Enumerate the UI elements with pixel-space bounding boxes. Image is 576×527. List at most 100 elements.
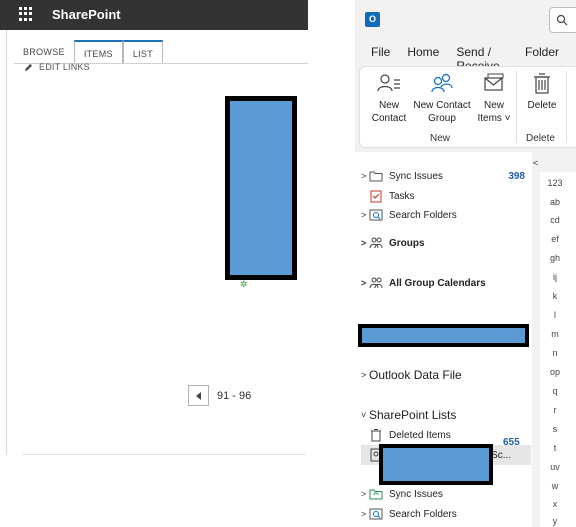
folder-label: Search Folders (389, 508, 457, 520)
folder-label: Sync Issues (389, 488, 443, 500)
expand-icon[interactable]: > (361, 509, 369, 519)
search-folder-icon (369, 209, 383, 221)
group-delete-label: Delete (526, 133, 555, 144)
redaction-block (358, 324, 529, 347)
collapse-icon[interactable]: ˅ (361, 410, 369, 420)
previous-page-button[interactable] (188, 385, 209, 406)
pager: 91 - 96 (188, 385, 251, 406)
new-contact-group-icon (431, 73, 453, 93)
unread-count: 398 (508, 170, 525, 182)
folder-label: Tasks (389, 190, 415, 202)
folder-label: Search Folders (389, 209, 457, 221)
tasks-icon (370, 190, 382, 203)
new-items-button[interactable]: New Items ˅ (474, 71, 514, 125)
ribbon-tabs: BROWSE ITEMS LIST (14, 40, 164, 64)
pencil-icon (24, 63, 33, 71)
alpha-index-item[interactable]: ij (540, 272, 570, 282)
folder-label: SharePoint Lists (369, 408, 457, 422)
new-contact-group-button[interactable]: New Contact Group (410, 71, 474, 125)
alpha-index-item[interactable]: 123 (540, 178, 570, 188)
search-folder-icon (369, 508, 383, 520)
edit-links-label: EDIT LINKS (39, 62, 90, 72)
folder-tasks[interactable]: Tasks (369, 187, 539, 205)
tab-browse[interactable]: BROWSE (14, 40, 74, 64)
search-box[interactable] (549, 7, 576, 33)
trash-icon (371, 429, 381, 442)
delete-button[interactable]: Delete (522, 71, 562, 112)
search-icon (556, 14, 568, 26)
alpha-index-item[interactable]: r (540, 405, 570, 415)
tab-list[interactable]: LIST (122, 40, 164, 64)
folder-icon (369, 171, 383, 182)
expand-icon[interactable]: > (361, 278, 369, 288)
alpha-index-item[interactable]: k (540, 291, 570, 301)
folder-label: Groups (389, 237, 425, 249)
groups-icon (369, 237, 383, 249)
folder-label: Deleted Items (389, 429, 451, 441)
folder-label: Outlook Data File (369, 368, 462, 382)
folder-label: Sync Issues (389, 170, 443, 182)
sharepoint-topbar: SharePoint (0, 0, 308, 30)
groups-icon (369, 277, 383, 289)
folder-search-folders-2[interactable]: > Search Folders (361, 505, 531, 523)
left-border (0, 30, 7, 455)
status-star-icon: ✲ (240, 279, 248, 289)
new-contact-button[interactable]: New Contact (368, 71, 410, 125)
expand-icon[interactable]: > (361, 238, 369, 248)
delete-icon (534, 73, 550, 94)
alpha-index-item[interactable]: uv (540, 462, 570, 472)
alpha-index-item[interactable]: n (540, 348, 570, 358)
footer-divider (22, 454, 306, 455)
screen: SharePoint BROWSE ITEMS LIST EDIT LINKS … (0, 0, 576, 527)
expand-icon[interactable]: > (361, 489, 369, 499)
edit-links[interactable]: EDIT LINKS (24, 62, 90, 72)
app-launcher-icon[interactable] (19, 7, 33, 21)
new-contact-icon (377, 74, 400, 92)
folder-sync-issues-2[interactable]: > Sync Issues (361, 485, 531, 503)
alpha-index-item[interactable]: t (540, 443, 570, 453)
ribbon-separator (516, 71, 517, 143)
alpha-index-item[interactable]: gh (540, 253, 570, 263)
alpha-index-item[interactable]: op (540, 367, 570, 377)
unread-count: 655 (503, 437, 520, 448)
redaction-block (225, 96, 297, 280)
alpha-index-item[interactable]: cd (540, 215, 570, 225)
alpha-index-item[interactable]: l (540, 310, 570, 320)
folder-all-group-calendars[interactable]: > All Group Calendars (361, 274, 531, 292)
alpha-index-item[interactable]: ab (540, 197, 570, 207)
alpha-index-item[interactable]: m (540, 329, 570, 339)
expand-icon[interactable]: > (361, 370, 369, 380)
caret-left-icon (195, 391, 201, 400)
pager-range: 91 - 96 (217, 389, 252, 402)
alpha-index-item[interactable]: s (540, 424, 570, 434)
ribbon-separator (566, 71, 567, 143)
folder-outlook-data-file[interactable]: > Outlook Data File (361, 366, 531, 384)
folder-search-folders[interactable]: > Search Folders (361, 206, 531, 224)
alpha-index-item[interactable]: ef (540, 234, 570, 244)
delete-label: Delete (527, 100, 557, 111)
expand-icon[interactable]: > (361, 171, 369, 181)
alpha-index-item[interactable]: x (540, 499, 570, 509)
new-items-icon (484, 73, 504, 91)
folder-sync-issues[interactable]: > Sync Issues 398 (361, 167, 531, 185)
folder-label: All Group Calendars (389, 277, 486, 289)
sharepoint-title[interactable]: SharePoint (52, 7, 121, 22)
outlook-titlebar: O (355, 0, 576, 40)
new-contact-group-label: New Contact Group (413, 100, 471, 124)
new-items-label: New Items ˅ (477, 100, 511, 124)
new-contact-label: New Contact (371, 100, 407, 124)
folder-sharepoint-lists[interactable]: ˅ SharePoint Lists (361, 406, 531, 424)
collapse-pane-icon[interactable]: < (533, 158, 538, 168)
alphabet-index: 123 ab cd ef gh ij k l m n op q r s t uv… (540, 172, 576, 527)
folder-groups[interactable]: > Groups (361, 234, 531, 252)
sharepoint-window: SharePoint BROWSE ITEMS LIST EDIT LINKS … (0, 0, 308, 455)
alpha-index-item[interactable]: y (540, 516, 570, 526)
ribbon: New Contact New Contact Group New Items … (359, 66, 576, 148)
tab-items[interactable]: ITEMS (73, 40, 123, 64)
redaction-block (379, 444, 493, 485)
sync-folder-icon (369, 489, 383, 500)
alpha-index-item[interactable]: w (540, 481, 570, 491)
outlook-logo-icon: O (365, 12, 380, 27)
expand-icon[interactable]: > (361, 210, 369, 220)
alpha-index-item[interactable]: q (540, 386, 570, 396)
